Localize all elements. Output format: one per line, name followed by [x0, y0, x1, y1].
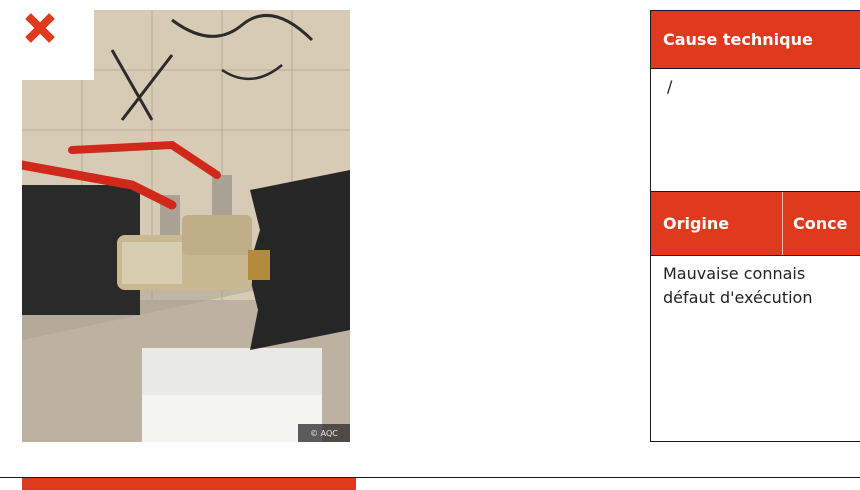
origine-value: Mauvaise connais défaut d'exécution: [651, 255, 860, 310]
next-section-band: [0, 477, 860, 490]
conception-header: Conce: [793, 214, 848, 233]
origine-header: Origine: [651, 192, 783, 255]
origine-header-row: Origine Conce: [651, 192, 860, 255]
status-badge: [22, 10, 94, 80]
next-section-header: [22, 478, 356, 490]
cause-technique-value: /: [651, 68, 860, 192]
cause-technique-header: Cause technique: [651, 11, 860, 68]
info-table: Cause technique / Origine Conce Mauvaise…: [650, 10, 860, 442]
defect-photo: © AQC: [22, 10, 350, 442]
photo-credit: © AQC: [298, 424, 350, 442]
origine-line-2: défaut d'exécution: [663, 288, 813, 307]
origine-line-1: Mauvaise connais: [663, 264, 806, 283]
close-icon: [25, 13, 55, 43]
